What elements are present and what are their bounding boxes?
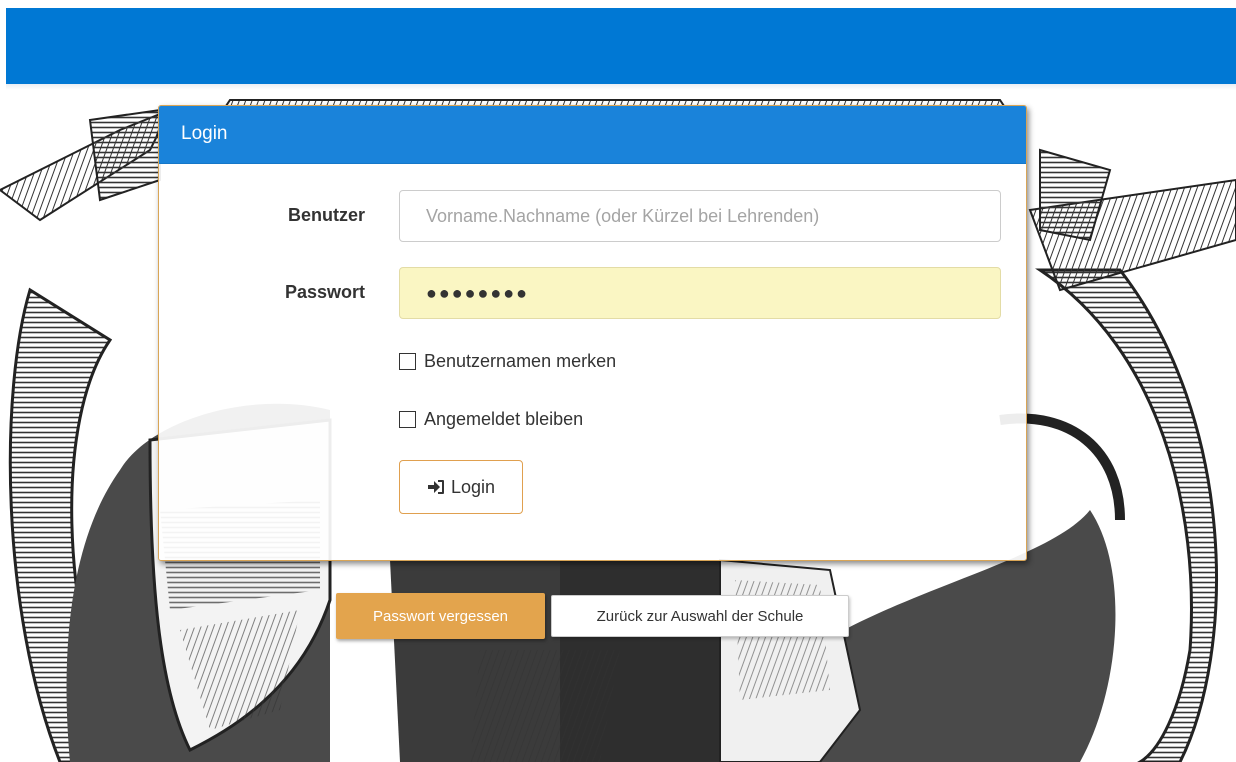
stay-logged-in-label[interactable]: Angemeldet bleiben <box>424 409 583 430</box>
stay-logged-in-row[interactable]: Angemeldet bleiben <box>399 409 583 430</box>
login-button-label: Login <box>450 476 496 497</box>
login-panel: Login Benutzer Passwort Benutzernamen me… <box>158 105 1027 561</box>
panel-title: Login <box>181 123 228 144</box>
panel-heading: Login <box>159 106 1026 164</box>
forgot-password-button[interactable]: Passwort vergessen <box>336 593 545 639</box>
login-page: Login Benutzer Passwort Benutzernamen me… <box>0 0 1236 762</box>
remember-username-row[interactable]: Benutzernamen merken <box>399 351 616 372</box>
remember-username-checkbox[interactable] <box>399 353 416 370</box>
back-to-school-selection-button[interactable]: Zurück zur Auswahl der Schule <box>551 595 849 637</box>
password-row: Passwort <box>159 267 1026 319</box>
login-button[interactable]: Login <box>399 460 523 514</box>
username-row: Benutzer <box>159 190 1026 242</box>
remember-username-label[interactable]: Benutzernamen merken <box>424 351 616 372</box>
top-navbar <box>6 8 1236 84</box>
password-input[interactable] <box>399 267 1001 319</box>
sign-in-icon <box>427 480 444 494</box>
stay-logged-in-checkbox[interactable] <box>399 411 416 428</box>
username-label: Benutzer <box>287 205 365 225</box>
password-label: Passwort <box>284 282 365 302</box>
username-input[interactable] <box>399 190 1001 242</box>
